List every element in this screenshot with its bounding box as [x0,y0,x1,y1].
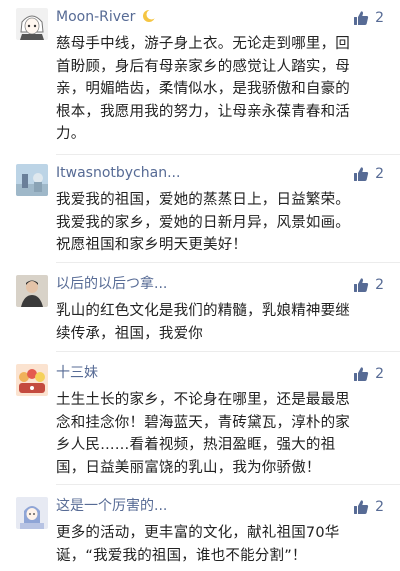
like-count: 2 [375,166,384,182]
cartoon-group-avatar-icon [16,364,48,396]
like-button[interactable]: 2 [353,498,384,516]
comment-text: 我爱我的祖国，爱她的蒸蒸日上，日益繁荣。 我爱我的家乡，爱她的日新月异，风景如画… [56,192,350,253]
username[interactable]: 这是一个厉害的... [56,497,167,515]
comment-item: Moon-River 2 慈母手中线，游子身上衣。无论走到哪里，回 首盼顾，身后… [0,8,400,155]
username-text: Itwasnotbychan... [56,165,181,181]
user-avatar[interactable] [16,364,48,396]
username-text: 以后的以后つ拿... [56,276,168,292]
username-text: 这是一个厉害的... [56,498,168,514]
thumbs-up-icon [353,10,369,26]
like-count: 2 [375,277,384,293]
comment-text: 慈母手中线，游子身上衣。无论走到哪里，回 首盼顾，身后有母亲家乡的感觉让人踏实，… [56,36,350,142]
user-avatar[interactable] [16,497,48,529]
like-count: 2 [375,499,384,515]
thumbs-up-icon [353,366,369,382]
username[interactable]: 以后的以后つ拿... [56,275,167,293]
comment-text: 更多的活动，更丰富的文化，献礼祖国70华 诞，“我爱我的祖国，谁也不能分割”！ [56,525,340,564]
outdoor-photo-avatar-icon [16,164,48,196]
comment-item: Itwasnotbychan... 2 我爱我的祖国，爱她的蒸蒸日上，日益繁荣。… [0,164,400,263]
user-avatar[interactable] [16,275,48,307]
username-text: Moon-River [56,9,136,25]
divider [56,484,400,485]
username[interactable]: Itwasnotbychan... [56,164,180,182]
comment-list: Moon-River 2 慈母手中线，游子身上衣。无论走到哪里，回 首盼顾，身后… [0,0,400,571]
username[interactable]: 十三妹 [56,364,98,382]
comment-text: 土生土长的家乡，不论身在哪里，还是最最思 念和挂念你！碧海蓝天，青砖黛瓦，淳朴的… [56,392,350,476]
like-button[interactable]: 2 [353,9,384,27]
comment-item: 十三妹 2 土生土长的家乡，不论身在哪里，还是最最思 念和挂念你！碧海蓝天，青砖… [0,364,400,485]
thumbs-up-icon [353,166,369,182]
like-count: 2 [375,366,384,382]
comment-text: 乳山的红色文化是我们的精髓，乳娘精神要继 续传承，祖国，我爱你 [56,303,350,342]
user-avatar[interactable] [16,8,48,40]
divider [56,154,400,155]
crescent-moon-icon [142,9,156,28]
divider [56,351,400,352]
person-photo-avatar-icon [16,275,48,307]
comment-item: 这是一个厉害的... 2 更多的活动，更丰富的文化，献礼祖国70华 诞，“我爱我… [0,497,400,571]
like-button[interactable]: 2 [353,276,384,294]
thumbs-up-icon [353,499,369,515]
username[interactable]: Moon-River [56,8,156,28]
divider [56,262,400,263]
user-avatar[interactable] [16,164,48,196]
like-count: 2 [375,10,384,26]
like-button[interactable]: 2 [353,365,384,383]
comment-item: 以后的以后つ拿... 2 乳山的红色文化是我们的精髓，乳娘精神要继 续传承，祖国… [0,275,400,352]
like-button[interactable]: 2 [353,165,384,183]
username-text: 十三妹 [56,365,98,381]
anime-character-avatar-icon [16,8,48,40]
thumbs-up-icon [353,277,369,293]
character-illustration-avatar-icon [16,497,48,529]
